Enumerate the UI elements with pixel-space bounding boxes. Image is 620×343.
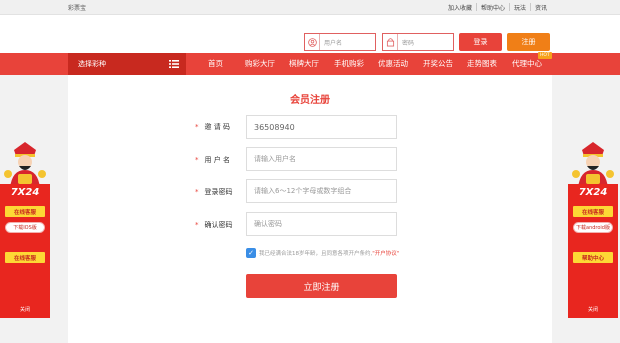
confirm-password-label: * 确认密码	[195, 220, 239, 230]
download-android-button[interactable]: 下载android版	[573, 222, 613, 233]
username-label: * 用 户 名	[195, 155, 239, 165]
brand-7x24: 7X24	[10, 187, 40, 198]
online-service-button-2[interactable]: 在线客服	[5, 252, 45, 263]
nav-item-home[interactable]: 首页	[208, 53, 223, 75]
username-placeholder: 用户名	[324, 39, 343, 47]
add-favorite-link[interactable]: 加入收藏	[448, 3, 472, 12]
top-links: 加入收藏 帮助中心 玩法 资讯	[448, 3, 547, 12]
agreement-checkbox[interactable]: ✓	[246, 248, 256, 258]
required-mark: *	[195, 156, 199, 164]
agreement-row: ✓ 我已经满合法18岁年龄，且同意各项开户条约, "开户协议"	[246, 248, 399, 258]
gameplay-link[interactable]: 玩法	[514, 3, 526, 12]
lock-icon	[383, 34, 398, 50]
confirm-password-label-text: 确认密码	[204, 221, 233, 229]
invite-code-input[interactable]: 36508940	[246, 115, 397, 139]
top-bar: 彩票宝 加入收藏 帮助中心 玩法 资讯	[0, 0, 620, 15]
help-center-button[interactable]: 帮助中心	[573, 252, 613, 263]
header: 用户名 密码 登录 注册	[0, 15, 620, 53]
divider	[509, 3, 511, 11]
submit-button[interactable]: 立即注册	[246, 274, 397, 298]
required-mark: *	[195, 188, 199, 196]
service-panel: 7X24 在线客服 下载android版 帮助中心 关闭	[568, 184, 618, 318]
nav-item-mobile[interactable]: 手机购彩	[334, 53, 364, 75]
news-link[interactable]: 资讯	[535, 3, 547, 12]
close-link[interactable]: 关闭	[568, 306, 618, 313]
divider	[530, 3, 532, 11]
help-center-link[interactable]: 帮助中心	[481, 3, 505, 12]
nav-item-chess-hall[interactable]: 棋牌大厅	[289, 53, 319, 75]
divider	[476, 3, 478, 11]
online-service-button[interactable]: 在线客服	[5, 206, 45, 217]
required-mark: *	[195, 123, 199, 131]
nav-item-trend-charts[interactable]: 走势图表	[467, 53, 497, 75]
agreement-link[interactable]: "开户协议"	[372, 249, 399, 257]
main-nav: 选择彩种 首页 购彩大厅 棋牌大厅 手机购彩 优惠活动 开奖公告 走势图表 代理…	[0, 52, 620, 75]
hot-badge: HOT	[538, 52, 552, 59]
agreement-text: 我已经满合法18岁年龄，且同意各项开户条约,	[259, 251, 373, 257]
lottery-select[interactable]: 选择彩种	[68, 53, 186, 75]
user-icon	[305, 34, 320, 50]
username-label-text: 用 户 名	[204, 156, 230, 164]
registration-panel: 会员注册 * 邀 请 码 36508940 * 用 户 名 请输入用户名 * 登录密码…	[68, 75, 552, 343]
password-placeholder: 密码	[402, 39, 415, 47]
mascot-image	[572, 140, 614, 188]
mascot-image	[4, 140, 46, 188]
login-button[interactable]: 登录	[459, 33, 502, 51]
register-button[interactable]: 注册	[507, 33, 550, 51]
password-field[interactable]: 密码	[382, 33, 454, 51]
close-link[interactable]: 关闭	[0, 306, 50, 313]
password-label-text: 登录密码	[204, 188, 233, 196]
lottery-select-label: 选择彩种	[78, 60, 106, 68]
menu-icon	[169, 60, 179, 70]
online-service-button[interactable]: 在线客服	[573, 206, 613, 217]
site-name: 彩票宝	[68, 5, 87, 12]
nav-item-promotions[interactable]: 优惠活动	[378, 53, 408, 75]
page-title: 会员注册	[290, 95, 330, 106]
invite-code-label-text: 邀 请 码	[204, 123, 230, 131]
password-label: * 登录密码	[195, 187, 239, 197]
nav-item-draw-results[interactable]: 开奖公告	[423, 53, 453, 75]
right-service-widget: 7X24 在线客服 下载android版 帮助中心 关闭	[568, 140, 618, 318]
username-input[interactable]: 请输入用户名	[246, 147, 397, 171]
brand-7x24: 7X24	[578, 187, 608, 198]
left-service-widget: 7X24 在线客服 下载IOS版 在线客服 关闭	[0, 140, 50, 318]
invite-code-label: * 邀 请 码	[195, 122, 239, 132]
download-ios-button[interactable]: 下载IOS版	[5, 222, 45, 233]
confirm-password-input[interactable]: 确认密码	[246, 212, 397, 236]
required-mark: *	[195, 221, 199, 229]
username-field[interactable]: 用户名	[304, 33, 376, 51]
nav-item-lottery-hall[interactable]: 购彩大厅	[245, 53, 275, 75]
password-input[interactable]: 请输入6～12个字母或数字组合	[246, 179, 397, 203]
service-panel: 7X24 在线客服 下载IOS版 在线客服 关闭	[0, 184, 50, 318]
